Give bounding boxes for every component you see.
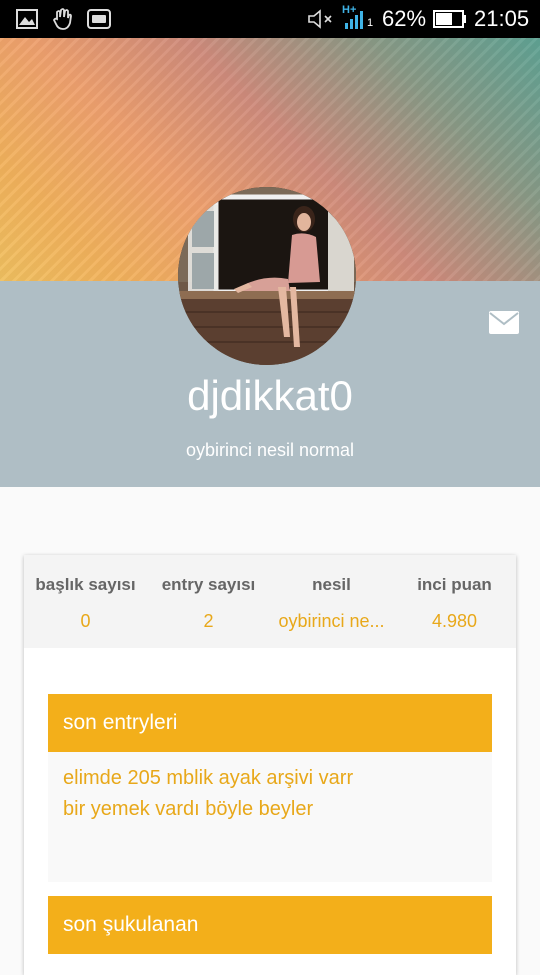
battery-icon [433,10,466,28]
list-item[interactable]: bir yemek vardı böyle beyler [63,794,477,825]
stat-label: entry sayısı [161,575,256,594]
upvoted-header[interactable]: son şukulanan [48,896,492,954]
message-icon[interactable] [488,310,520,335]
recent-entries-list: elimde 205 mblik ayak arşivi varr bir ye… [48,752,492,882]
stat-entry-count: entry sayısı 2 [147,555,270,648]
stat-generation: nesil oybirinci ne... [270,555,393,648]
gallery-icon [16,9,38,29]
avatar-photo [178,187,356,365]
stat-karma: inci puan 4.980 [393,555,516,648]
sim-slot-label: 1 [367,17,374,29]
avatar[interactable] [178,187,356,365]
battery-percent: 62% [382,6,427,31]
username: djdikkat0 [187,372,353,419]
stat-value: 2 [203,611,214,631]
stat-value: 4.980 [431,611,478,631]
status-bar: H+ 1 62% 21:05 [0,0,540,38]
storage-icon [87,9,111,29]
stat-label: başlık sayısı [35,575,136,594]
stat-value: 0 [80,611,91,631]
recent-entries-header[interactable]: son entryleri [48,694,492,752]
signal-icon [345,11,363,29]
list-item[interactable]: elimde 205 mblik ayak arşivi varr [63,763,477,794]
stat-value: oybirinci ne... [278,611,385,631]
user-generation-label: oybirinci nesil normal [185,440,355,460]
stat-title-count: başlık sayısı 0 [24,555,147,648]
hand-icon [52,8,72,30]
clock: 21:05 [474,6,530,31]
profile-card: başlık sayısı 0 entry sayısı 2 nesil oyb… [24,555,516,975]
mute-icon [308,9,332,29]
stat-label: inci puan [417,575,492,594]
stats-row: başlık sayısı 0 entry sayısı 2 nesil oyb… [24,555,516,648]
stat-label: nesil [312,575,351,594]
